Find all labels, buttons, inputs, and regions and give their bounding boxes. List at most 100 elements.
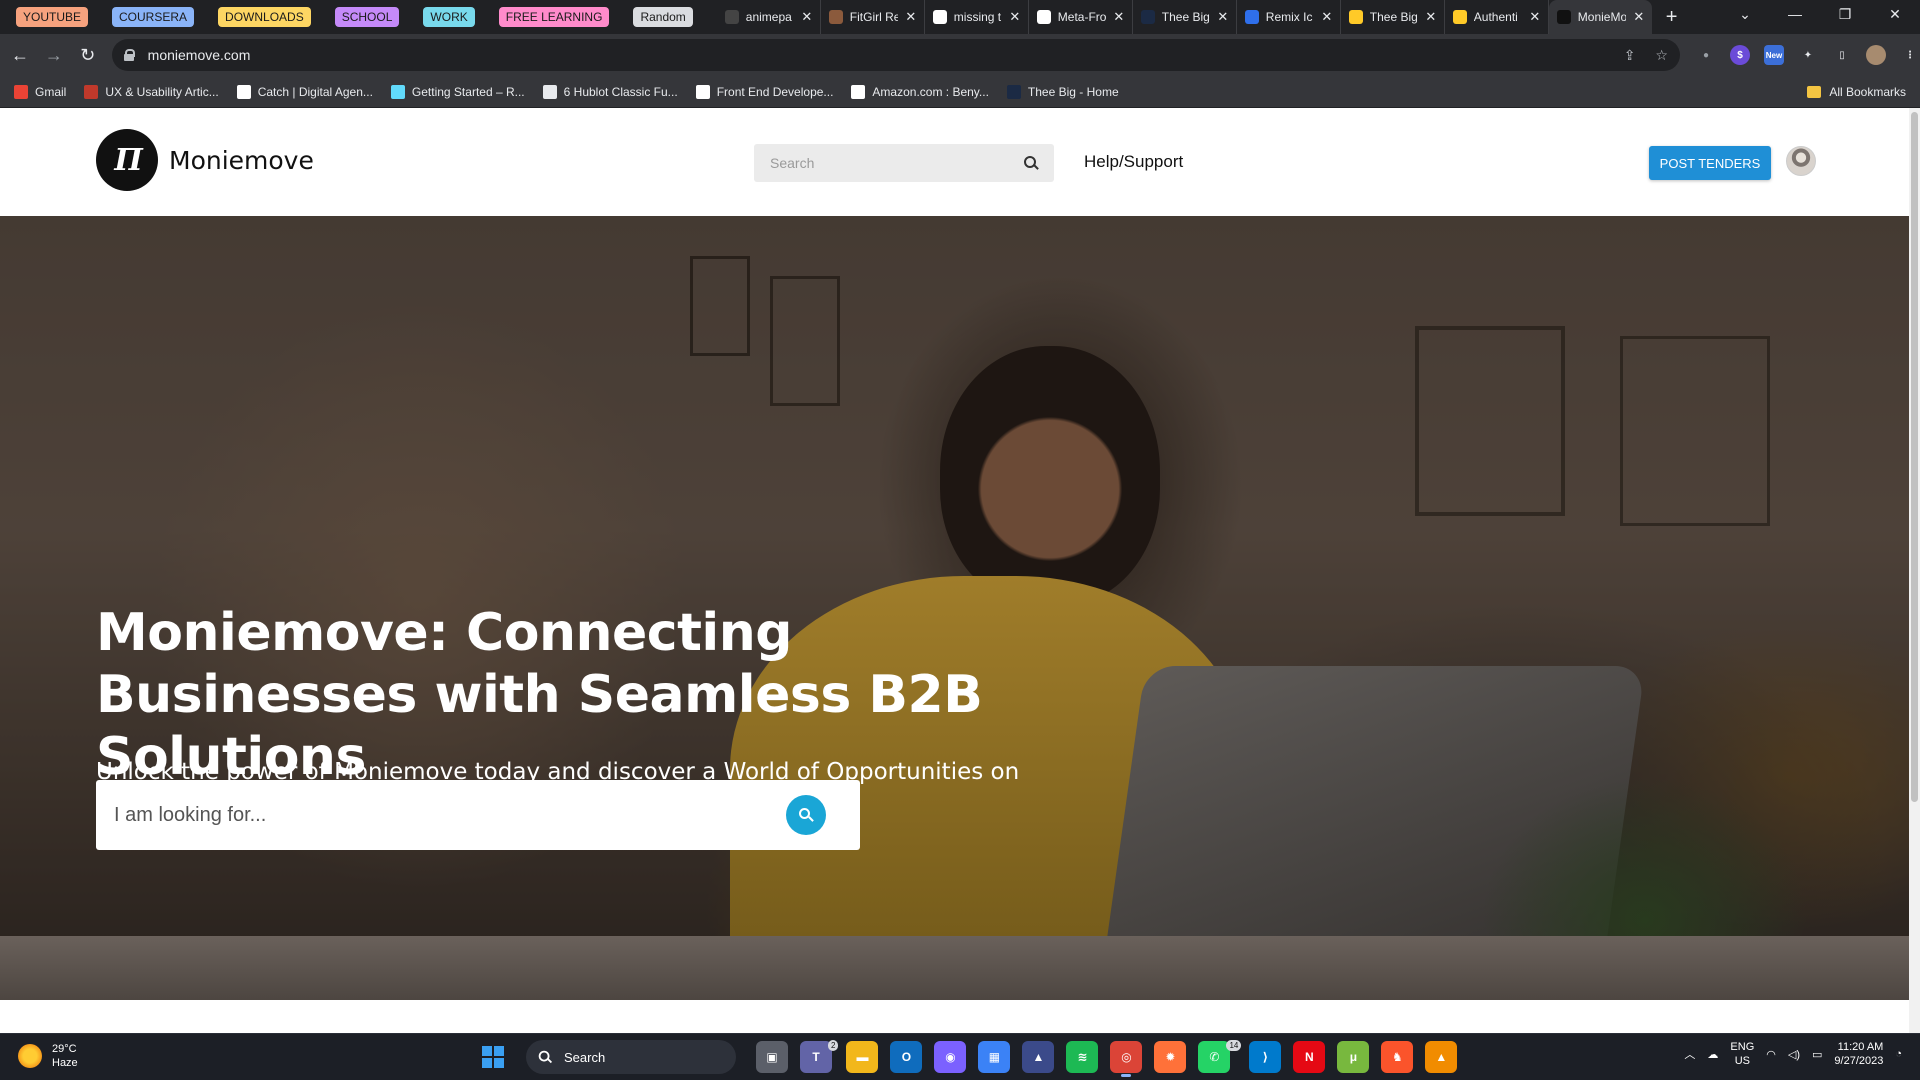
bookmark-item[interactable]: Catch | Digital Agen... bbox=[236, 84, 373, 99]
share-icon[interactable]: ⇪ bbox=[1624, 47, 1636, 64]
side-panel-icon[interactable]: ▯ bbox=[1832, 45, 1852, 65]
hero-search-button[interactable] bbox=[786, 795, 826, 835]
bookmark-item[interactable]: Amazon.com : Beny... bbox=[851, 84, 989, 99]
bookmark-star-icon[interactable]: ☆ bbox=[1655, 47, 1668, 64]
tab-group-chip[interactable]: COURSERA bbox=[112, 7, 195, 27]
tray-overflow-icon[interactable]: ︿ bbox=[1684, 1046, 1695, 1062]
bookmark-item[interactable]: 6 Hublot Classic Fu... bbox=[542, 84, 678, 99]
tab-group-chip[interactable]: WORK bbox=[423, 7, 475, 27]
brave-icon[interactable]: ♞ bbox=[1381, 1041, 1414, 1073]
moniemove-logo[interactable]: Π bbox=[96, 129, 158, 191]
bookmark-item[interactable]: UX & Usability Artic... bbox=[84, 84, 219, 99]
app-icon[interactable]: ▲ bbox=[1022, 1041, 1055, 1073]
weather-desc: Haze bbox=[52, 1057, 78, 1069]
user-avatar[interactable] bbox=[1786, 146, 1816, 176]
browser-tab[interactable]: Thee Big ✕ bbox=[1341, 0, 1445, 34]
menu-dots-icon[interactable]: ⋮ bbox=[1900, 45, 1920, 65]
bookmark-item[interactable]: Thee Big - Home bbox=[1006, 84, 1119, 99]
close-tab-icon[interactable]: ✕ bbox=[1008, 9, 1022, 25]
close-tab-icon[interactable]: ✕ bbox=[1632, 9, 1646, 25]
onedrive-icon[interactable]: ☁ bbox=[1707, 1048, 1718, 1061]
all-bookmarks-button[interactable]: All Bookmarks bbox=[1807, 76, 1906, 108]
taskbar-search[interactable]: Search bbox=[526, 1040, 736, 1074]
page-scrollbar[interactable] bbox=[1909, 108, 1920, 1033]
chrome-icon[interactable]: ◎ bbox=[1110, 1041, 1143, 1077]
tab-group-chip[interactable]: FREE LEARNING bbox=[498, 7, 610, 27]
store-icon[interactable]: ▦ bbox=[978, 1041, 1011, 1073]
netflix-icon[interactable]: N bbox=[1293, 1041, 1326, 1073]
file-explorer-icon[interactable]: ▬ bbox=[846, 1041, 879, 1073]
reload-icon[interactable]: ↻ bbox=[74, 45, 102, 66]
task-view-icon[interactable]: ▣ bbox=[756, 1041, 788, 1073]
close-window-icon[interactable]: ✕ bbox=[1870, 0, 1920, 30]
tabs: animepa ✕ FitGirl Re ✕ missing t ✕ Meta-Fro ✕ Th… bbox=[717, 0, 1652, 34]
header-search-input[interactable] bbox=[770, 155, 1024, 171]
close-tab-icon[interactable]: ✕ bbox=[1528, 9, 1542, 25]
notifications-icon[interactable]: ◔ bbox=[1895, 1048, 1902, 1060]
close-tab-icon[interactable]: ✕ bbox=[1424, 9, 1438, 25]
firefox-icon[interactable]: ✹ bbox=[1154, 1041, 1187, 1073]
browser-tab[interactable]: missing t ✕ bbox=[925, 0, 1029, 34]
clock[interactable]: 11:20 AM 9/27/2023 bbox=[1834, 1040, 1883, 1068]
tab-group-chip[interactable]: Random bbox=[633, 7, 693, 27]
outlook-icon[interactable]: O bbox=[890, 1041, 923, 1073]
taskbar-search-label: Search bbox=[564, 1049, 606, 1065]
hero-desk bbox=[0, 936, 1909, 1000]
browser-tab[interactable]: Thee Big ✕ bbox=[1133, 0, 1237, 34]
back-icon[interactable]: ← bbox=[6, 45, 34, 66]
brand-name[interactable]: Moniemove bbox=[169, 146, 314, 175]
restore-icon[interactable]: ❐ bbox=[1820, 0, 1870, 30]
notification-badge: 14 bbox=[1226, 1039, 1242, 1051]
bookmark-label: Gmail bbox=[35, 84, 67, 99]
wifi-icon[interactable]: ◠ bbox=[1766, 1048, 1776, 1061]
scrollbar-thumb[interactable] bbox=[1911, 112, 1918, 802]
extension-new-icon[interactable]: New bbox=[1763, 45, 1784, 65]
close-tab-icon[interactable]: ✕ bbox=[1112, 9, 1126, 25]
volume-icon[interactable]: ◁) bbox=[1788, 1048, 1800, 1061]
hero-person-head bbox=[940, 346, 1160, 606]
spotify-icon[interactable]: ≋ bbox=[1066, 1041, 1099, 1073]
minimize-icon[interactable]: — bbox=[1770, 0, 1820, 30]
extensions-puzzle-icon[interactable]: ✦ bbox=[1798, 45, 1818, 65]
xbox-icon[interactable]: ◉ bbox=[934, 1041, 967, 1073]
address-bar[interactable]: moniemove.com ⇪ ☆ bbox=[111, 39, 1680, 71]
post-tenders-button[interactable]: POST TENDERS bbox=[1649, 146, 1771, 180]
forward-icon[interactable]: → bbox=[40, 45, 68, 66]
search-icon[interactable] bbox=[1024, 156, 1038, 170]
browser-tab[interactable]: Remix Ic ✕ bbox=[1237, 0, 1341, 34]
extension-icon[interactable]: $ bbox=[1729, 45, 1750, 65]
battery-icon[interactable]: ▭ bbox=[1812, 1048, 1822, 1061]
utorrent-icon[interactable]: μ bbox=[1337, 1041, 1370, 1073]
tab-search-icon[interactable]: ⌄ bbox=[1720, 0, 1770, 30]
tab-group-chip[interactable]: YOUTUBE bbox=[16, 7, 89, 27]
language-indicator[interactable]: ENG US bbox=[1730, 1040, 1754, 1068]
all-bookmarks-label: All Bookmarks bbox=[1829, 85, 1906, 99]
clock-time: 11:20 AM bbox=[1837, 1041, 1884, 1053]
tab-group-chip[interactable]: DOWNLOADS bbox=[218, 7, 311, 27]
close-tab-icon[interactable]: ✕ bbox=[800, 9, 814, 25]
bookmark-item[interactable]: Gmail bbox=[14, 84, 67, 99]
weather-widget[interactable]: 29°C Haze bbox=[18, 1042, 78, 1070]
vscode-icon[interactable]: ⟩ bbox=[1249, 1041, 1282, 1073]
close-tab-icon[interactable]: ✕ bbox=[1216, 9, 1230, 25]
browser-tab[interactable]: animepa ✕ bbox=[717, 0, 821, 34]
extension-icon[interactable]: ● bbox=[1696, 45, 1716, 65]
tab-strip: YOUTUBE COURSERA DOWNLOADS SCHOOL WORK FREE L… bbox=[0, 0, 1920, 34]
profile-avatar[interactable] bbox=[1865, 45, 1886, 65]
help-support-link[interactable]: Help/Support bbox=[1084, 152, 1183, 172]
browser-tab[interactable]: Authenti ✕ bbox=[1445, 0, 1549, 34]
url-text[interactable]: moniemove.com bbox=[148, 47, 251, 63]
bookmark-item[interactable]: Getting Started – R... bbox=[390, 84, 525, 99]
lock-icon[interactable] bbox=[123, 49, 135, 61]
vlc-icon[interactable]: ▲ bbox=[1425, 1041, 1458, 1073]
close-tab-icon[interactable]: ✕ bbox=[1320, 9, 1334, 25]
hero-search-input[interactable] bbox=[114, 803, 786, 827]
close-tab-icon[interactable]: ✕ bbox=[904, 9, 918, 25]
browser-tab[interactable]: Meta-Fro ✕ bbox=[1029, 0, 1133, 34]
browser-tab[interactable]: MonieMo ✕ bbox=[1548, 0, 1652, 34]
tab-group-chip[interactable]: SCHOOL bbox=[334, 7, 400, 27]
bookmark-item[interactable]: Front End Develope... bbox=[695, 84, 833, 99]
browser-tab[interactable]: FitGirl Re ✕ bbox=[821, 0, 925, 34]
new-tab-button[interactable]: + bbox=[1666, 6, 1678, 29]
windows-start-icon[interactable] bbox=[482, 1046, 504, 1068]
